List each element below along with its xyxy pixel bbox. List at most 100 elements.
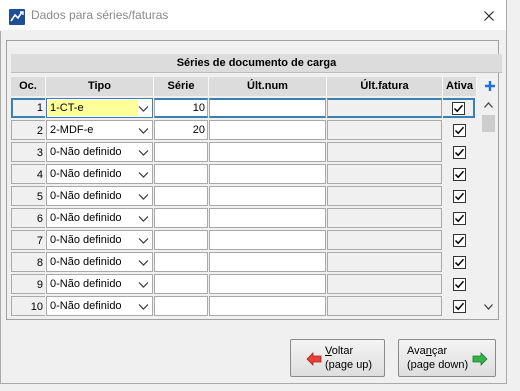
table-row[interactable]: 3 0-Não definido	[11, 140, 475, 162]
tipo-select[interactable]: 0-Não definido	[46, 296, 153, 316]
chevron-down-icon[interactable]	[138, 258, 149, 266]
ativa-cell[interactable]	[443, 274, 475, 294]
tipo-value: 1-CT-e	[48, 100, 138, 116]
ativa-checkbox[interactable]	[452, 277, 466, 291]
ativa-cell[interactable]	[443, 120, 475, 140]
ativa-checkbox[interactable]	[452, 167, 466, 181]
series-grid: Séries de documento de carga Oc. Tipo Sé…	[6, 40, 502, 320]
tipo-select[interactable]: 1-CT-e	[46, 98, 153, 118]
tipo-select[interactable]: 0-Não definido	[46, 274, 153, 294]
next-button[interactable]: Avançar (page down)	[398, 339, 496, 377]
tipo-value: 0-Não definido	[50, 212, 122, 224]
table-row[interactable]: 6 0-Não definido	[11, 206, 475, 228]
chevron-down-icon[interactable]	[138, 280, 149, 288]
ultnum-input[interactable]	[209, 230, 326, 250]
ultfatura-cell	[327, 252, 442, 272]
chevron-down-icon[interactable]	[138, 236, 149, 244]
ultnum-input[interactable]	[209, 208, 326, 228]
row-oc-cell[interactable]: 6	[11, 208, 45, 228]
serie-input[interactable]	[154, 164, 208, 184]
serie-input[interactable]	[154, 230, 208, 250]
serie-input[interactable]	[154, 252, 208, 272]
row-oc-cell[interactable]: 3	[11, 142, 45, 162]
ativa-cell[interactable]	[443, 208, 475, 228]
serie-input[interactable]	[154, 142, 208, 162]
row-oc-cell[interactable]: 9	[11, 274, 45, 294]
chevron-down-icon[interactable]	[138, 170, 149, 178]
ativa-cell[interactable]	[443, 230, 475, 250]
serie-input[interactable]: 10	[154, 98, 208, 118]
column-header-ativa: Ativa	[443, 77, 477, 96]
app-logo-icon	[9, 9, 25, 25]
tipo-value: 0-Não definido	[50, 278, 122, 290]
plus-icon[interactable]	[482, 78, 498, 94]
row-oc-cell[interactable]: 1	[11, 98, 45, 118]
ativa-cell[interactable]	[443, 252, 475, 272]
column-header-serie: Série	[154, 77, 209, 96]
ultnum-input[interactable]	[209, 98, 326, 118]
chevron-down-icon[interactable]	[138, 126, 149, 134]
tipo-select[interactable]: 0-Não definido	[46, 186, 153, 206]
tipo-value: 0-Não definido	[50, 146, 122, 158]
chevron-down-icon[interactable]	[138, 192, 149, 200]
ultnum-input[interactable]	[209, 186, 326, 206]
ativa-checkbox[interactable]	[452, 233, 466, 247]
serie-input[interactable]	[154, 186, 208, 206]
tipo-select[interactable]: 0-Não definido	[46, 164, 153, 184]
row-oc-cell[interactable]: 5	[11, 186, 45, 206]
tipo-select[interactable]: 0-Não definido	[46, 142, 153, 162]
table-row[interactable]: 4 0-Não definido	[11, 162, 475, 184]
ultnum-input[interactable]	[209, 164, 326, 184]
ativa-checkbox[interactable]	[452, 211, 466, 225]
chevron-down-icon[interactable]	[138, 148, 149, 156]
ultnum-input[interactable]	[209, 142, 326, 162]
ativa-checkbox[interactable]	[452, 255, 466, 269]
serie-input[interactable]	[154, 296, 208, 316]
grid-title: Séries de documento de carga	[11, 54, 502, 73]
table-row[interactable]: 10 0-Não definido	[11, 294, 475, 316]
row-oc-cell[interactable]: 8	[11, 252, 45, 272]
table-row[interactable]: 1 1-CT-e 10	[11, 96, 475, 118]
table-row[interactable]: 8 0-Não definido	[11, 250, 475, 272]
row-oc-cell[interactable]: 4	[11, 164, 45, 184]
ultnum-input[interactable]	[209, 274, 326, 294]
scroll-thumb[interactable]	[482, 115, 495, 132]
ativa-checkbox[interactable]	[451, 101, 465, 115]
tipo-select[interactable]: 0-Não definido	[46, 208, 153, 228]
row-oc-cell[interactable]: 7	[11, 230, 45, 250]
tipo-select[interactable]: 0-Não definido	[46, 252, 153, 272]
ativa-cell[interactable]	[443, 98, 475, 118]
ativa-cell[interactable]	[443, 296, 475, 316]
vertical-scrollbar[interactable]	[481, 98, 496, 314]
scroll-down-icon[interactable]	[481, 300, 496, 314]
table-row[interactable]: 9 0-Não definido	[11, 272, 475, 294]
chevron-down-icon[interactable]	[138, 302, 149, 310]
ultfatura-cell	[327, 230, 442, 250]
ativa-cell[interactable]	[443, 186, 475, 206]
ativa-cell[interactable]	[443, 164, 475, 184]
ultnum-input[interactable]	[209, 120, 326, 140]
scroll-up-icon[interactable]	[481, 98, 496, 112]
tipo-select[interactable]: 2-MDF-e	[46, 120, 153, 140]
chevron-down-icon[interactable]	[138, 214, 149, 222]
tipo-select[interactable]: 0-Não definido	[46, 230, 153, 250]
table-row[interactable]: 2 2-MDF-e 20	[11, 118, 475, 140]
row-oc-cell[interactable]: 2	[11, 120, 45, 140]
row-oc-cell[interactable]: 10	[11, 296, 45, 316]
ativa-cell[interactable]	[443, 142, 475, 162]
ativa-checkbox[interactable]	[452, 299, 466, 313]
serie-input[interactable]	[154, 208, 208, 228]
table-row[interactable]: 7 0-Não definido	[11, 228, 475, 250]
ativa-checkbox[interactable]	[452, 123, 466, 137]
ativa-checkbox[interactable]	[452, 189, 466, 203]
ultnum-input[interactable]	[209, 252, 326, 272]
chevron-down-icon[interactable]	[138, 104, 149, 112]
close-icon[interactable]	[474, 2, 504, 30]
serie-input[interactable]	[154, 274, 208, 294]
table-row[interactable]: 5 0-Não definido	[11, 184, 475, 206]
serie-input[interactable]: 20	[154, 120, 208, 140]
back-button[interactable]: Voltar (page up)	[290, 339, 385, 377]
column-header-ultfatura: Últ.fatura	[327, 77, 443, 96]
ativa-checkbox[interactable]	[452, 145, 466, 159]
ultnum-input[interactable]	[209, 296, 326, 316]
